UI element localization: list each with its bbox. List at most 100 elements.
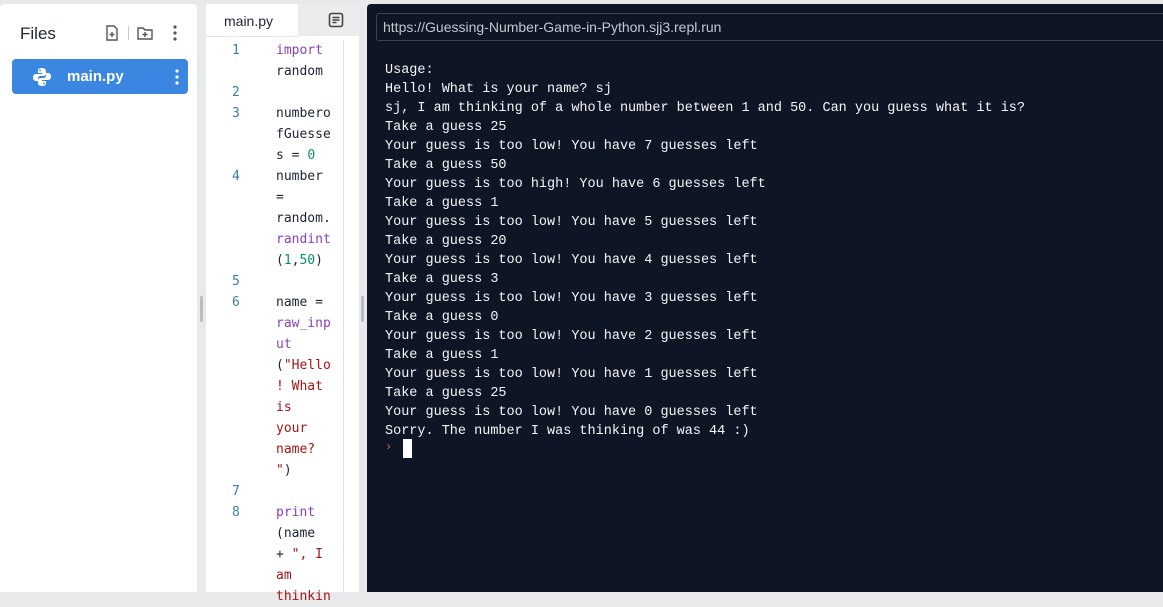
console-line: Your guess is too low! You have 2 guesse… xyxy=(385,329,758,344)
file-item-main-py[interactable]: main.py xyxy=(12,59,188,94)
code-token: numbero xyxy=(276,106,331,121)
code-line[interactable]: s = 0 xyxy=(206,145,359,166)
file-more-icon[interactable] xyxy=(172,67,182,87)
console-line: Take a guess 25 xyxy=(385,120,507,135)
line-number: 4 xyxy=(232,169,240,184)
tab-main-py[interactable]: main.py xyxy=(206,4,298,37)
new-folder-icon[interactable] xyxy=(136,24,154,42)
code-line[interactable]: ("Hello xyxy=(206,355,359,376)
new-file-icon[interactable] xyxy=(103,24,121,42)
console-panel[interactable]: https://Guessing-Number-Game-in-Python.s… xyxy=(367,4,1163,592)
console-line: Take a guess 25 xyxy=(385,386,507,401)
editor-splitter[interactable] xyxy=(361,296,364,322)
code-token: ", I xyxy=(291,547,323,562)
more-vertical-icon[interactable] xyxy=(166,24,184,42)
code-line[interactable]: random. xyxy=(206,208,359,229)
code-editor[interactable]: main.py 1 import random 2 3 numbero fGuesse s =… xyxy=(206,4,359,604)
code-token: your xyxy=(276,421,308,436)
code-token: ( xyxy=(276,358,284,373)
code-line[interactable]: am xyxy=(206,565,359,586)
code-text: = xyxy=(276,187,284,208)
code-lines[interactable]: 1 import random 2 3 numbero fGuesse s = 0 4 numbe… xyxy=(206,40,359,607)
console-line: Your guess is too low! You have 4 guesse… xyxy=(385,253,758,268)
console-line: Your guess is too low! You have 1 guesse… xyxy=(385,367,758,382)
code-token: is xyxy=(276,400,292,415)
console-cursor[interactable] xyxy=(403,439,412,458)
code-text: name = xyxy=(276,292,323,313)
code-token: = xyxy=(276,190,284,205)
console-line: Take a guess 0 xyxy=(385,310,499,325)
code-line[interactable]: (name xyxy=(206,523,359,544)
code-text: (name xyxy=(276,523,315,544)
console-line: Your guess is too high! You have 6 guess… xyxy=(385,177,766,192)
code-line[interactable]: thinkin xyxy=(206,586,359,607)
code-line[interactable]: 4 number xyxy=(206,166,359,187)
code-line[interactable]: 3 numbero xyxy=(206,103,359,124)
line-number: 5 xyxy=(232,274,240,289)
code-token: ( xyxy=(276,253,284,268)
code-line[interactable]: ") xyxy=(206,460,359,481)
code-line[interactable]: your xyxy=(206,418,359,439)
code-token: (name xyxy=(276,526,316,541)
code-line[interactable]: 6 name = xyxy=(206,292,359,313)
console-line: Hello! What is your name? sj xyxy=(385,82,612,97)
code-token: thinkin xyxy=(276,589,331,604)
console-line: Take a guess 20 xyxy=(385,234,507,249)
code-token: random xyxy=(276,64,323,79)
code-line[interactable]: = xyxy=(206,187,359,208)
code-token: random. xyxy=(276,211,331,226)
console-line: Take a guess 1 xyxy=(385,196,499,211)
console-line: Usage: xyxy=(385,63,434,78)
code-token: print xyxy=(276,505,316,520)
console-line: Your guess is too low! You have 0 guesse… xyxy=(385,405,758,420)
files-splitter[interactable] xyxy=(200,296,203,322)
document-icon[interactable] xyxy=(328,12,344,28)
code-token: name? xyxy=(276,442,316,457)
code-token: ) xyxy=(315,253,323,268)
line-number: 3 xyxy=(232,106,240,121)
line-number: 1 xyxy=(232,43,240,58)
code-line[interactable]: randint xyxy=(206,229,359,250)
console-line: Take a guess 50 xyxy=(385,158,507,173)
console-line: Your guess is too low! You have 7 guesse… xyxy=(385,139,758,154)
code-line[interactable]: 1 import xyxy=(206,40,359,61)
code-token: " xyxy=(276,463,284,478)
prompt-icon: › xyxy=(385,440,393,454)
code-text: print xyxy=(276,502,315,523)
code-token: randint xyxy=(276,232,331,247)
code-line[interactable]: fGuesse xyxy=(206,124,359,145)
code-line[interactable]: random xyxy=(206,61,359,82)
code-text: number xyxy=(276,166,323,187)
python-icon xyxy=(33,68,51,86)
code-line[interactable]: ! What xyxy=(206,376,359,397)
code-line[interactable]: 5 xyxy=(206,271,359,292)
code-text: name? xyxy=(276,439,315,460)
header-divider xyxy=(128,26,129,40)
files-title: Files xyxy=(20,24,56,43)
code-token: ! What xyxy=(276,379,323,394)
console-line: Your guess is too low! You have 5 guesse… xyxy=(385,215,758,230)
code-line[interactable]: 8 print xyxy=(206,502,359,523)
code-token: am xyxy=(276,568,292,583)
files-panel: Files main.py xyxy=(0,4,197,592)
code-line[interactable]: ut xyxy=(206,334,359,355)
line-number: 8 xyxy=(232,505,240,520)
code-line[interactable]: + ", I xyxy=(206,544,359,565)
url-bar[interactable]: https://Guessing-Number-Game-in-Python.s… xyxy=(376,13,1163,41)
code-text: am xyxy=(276,565,292,586)
code-line[interactable]: raw_inp xyxy=(206,313,359,334)
code-token: 50 xyxy=(299,253,316,268)
code-token: name = xyxy=(276,295,323,310)
code-line[interactable]: 2 xyxy=(206,82,359,103)
code-line[interactable]: is xyxy=(206,397,359,418)
code-line[interactable]: name? xyxy=(206,439,359,460)
code-token: fGuesse xyxy=(276,127,331,142)
code-token: s = xyxy=(276,148,308,163)
code-text: ("Hello xyxy=(276,355,331,376)
code-line[interactable]: 7 xyxy=(206,481,359,502)
code-line[interactable]: (1,50) xyxy=(206,250,359,271)
console-line: Take a guess 3 xyxy=(385,272,499,287)
url-text: https://Guessing-Number-Game-in-Python.s… xyxy=(383,19,722,35)
code-token: "Hello xyxy=(283,358,331,373)
line-number: 2 xyxy=(232,85,240,100)
